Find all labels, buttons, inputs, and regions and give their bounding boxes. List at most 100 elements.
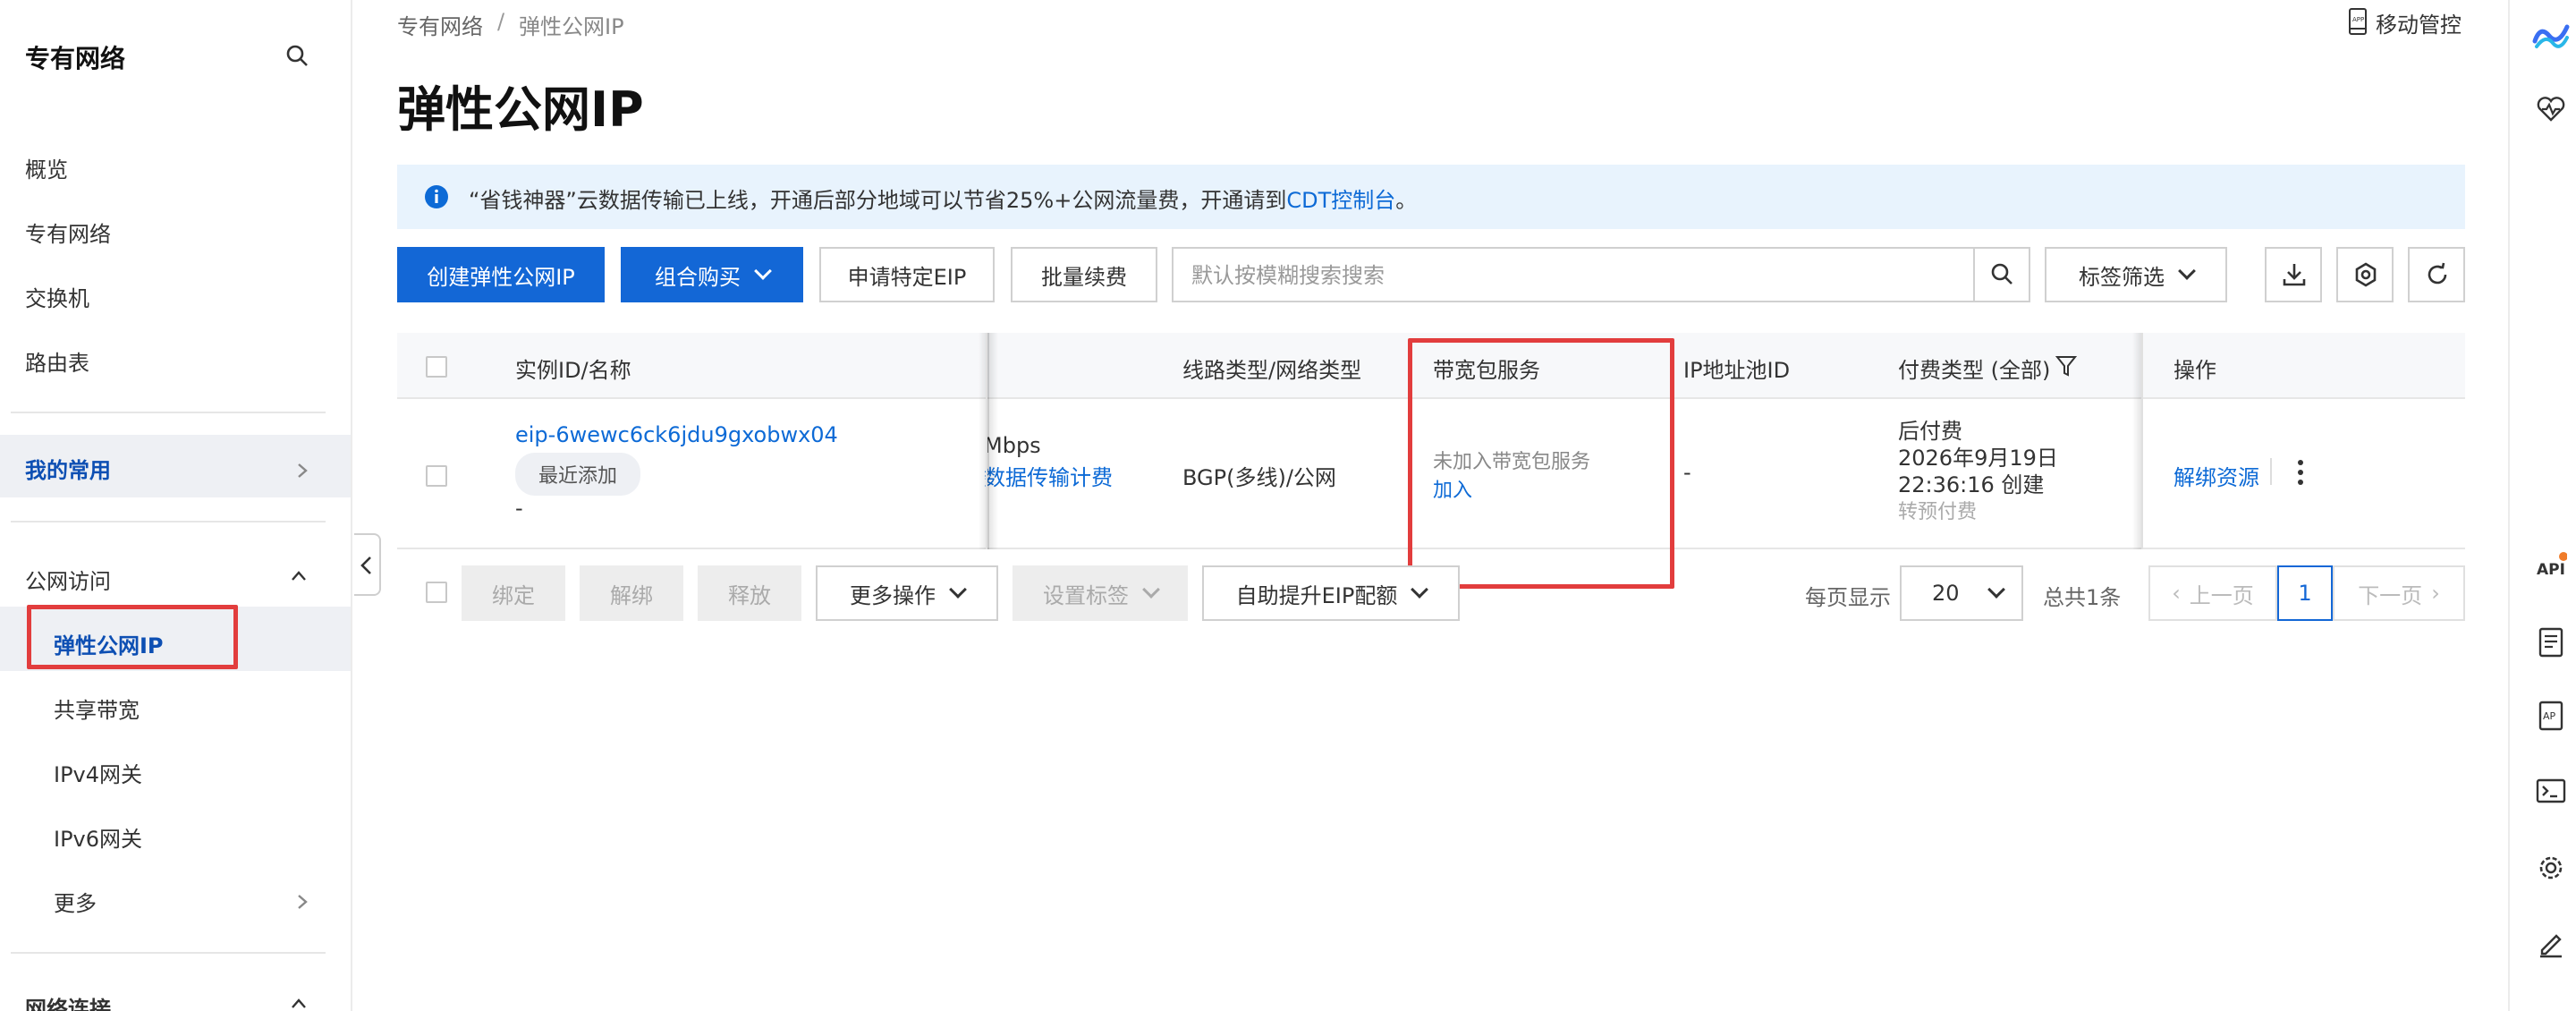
per-page-value: 20 xyxy=(1932,581,1960,606)
sidebar: 专有网络 概览 专有网络 交换机 路由表 我的常用 公网访问 弹性公网IP 共享… xyxy=(0,0,352,1011)
gear-icon[interactable] xyxy=(2535,852,2567,884)
document-list-icon[interactable] xyxy=(2535,626,2567,658)
auto-quota-label: 自助提升EIP配额 xyxy=(1235,582,1398,608)
api-icon[interactable]: API xyxy=(2535,551,2567,583)
bind-button[interactable]: 绑定 xyxy=(462,565,565,621)
refresh-button[interactable] xyxy=(2408,247,2465,302)
unbind-resource-link[interactable]: 解绑资源 xyxy=(2174,460,2259,491)
auto-quota-button[interactable]: 自助提升EIP配额 xyxy=(1202,565,1460,621)
set-tags-button[interactable]: 设置标签 xyxy=(1013,565,1188,621)
column-shadow-left-edge xyxy=(987,333,998,549)
breadcrumb-separator: / xyxy=(497,9,505,34)
download-button[interactable] xyxy=(2265,247,2322,302)
banner-suffix: 。 xyxy=(1395,188,1418,213)
column-header-billing-type[interactable]: 付费类型 (全部) xyxy=(1898,353,2050,384)
set-tags-label: 设置标签 xyxy=(1043,582,1129,608)
more-operations-label: 更多操作 xyxy=(850,582,936,608)
sidebar-item-favorites[interactable]: 我的常用 xyxy=(25,453,111,484)
created-time: 22:36:16 创建 xyxy=(1898,472,2045,497)
column-header-line-type: 线路类型/网络类型 xyxy=(1182,358,1362,383)
sidebar-item-shared-bandwidth[interactable]: 共享带宽 xyxy=(54,692,140,724)
footer-select-all-checkbox[interactable] xyxy=(426,582,447,603)
create-eip-button[interactable]: 创建弹性公网IP xyxy=(397,247,605,302)
more-actions-icon[interactable] xyxy=(2295,458,2306,487)
next-page-button[interactable]: 下一页 › xyxy=(2333,565,2465,621)
column-header-ip-pool: IP地址池ID xyxy=(1683,358,1791,383)
chevron-down-icon xyxy=(949,581,967,599)
combo-purchase-button[interactable]: 组合购买 xyxy=(621,247,803,302)
chevron-down-icon xyxy=(1411,581,1429,599)
assistant-logo-icon[interactable] xyxy=(2531,16,2571,55)
chevron-down-icon xyxy=(1142,581,1160,599)
search-input[interactable] xyxy=(1191,261,1943,290)
cdt-console-link[interactable]: CDT控制台 xyxy=(1286,188,1395,213)
settings-button[interactable] xyxy=(2336,247,2394,302)
chevron-left-icon xyxy=(360,556,371,574)
next-page-label: 下一页 xyxy=(2358,582,2423,608)
release-button[interactable]: 释放 xyxy=(698,565,801,621)
mobile-control-link[interactable]: 移动管控 xyxy=(2376,7,2462,38)
info-banner: “省钱神器”云数据传输已上线，开通后部分地域可以节省25%+公网流量费，开通请到… xyxy=(397,165,2465,229)
api-label: API xyxy=(2537,561,2565,579)
ip-pool-value: - xyxy=(1683,460,1691,485)
banner-message: “省钱神器”云数据传输已上线，开通后部分地域可以节省25%+公网流量费，开通请到… xyxy=(469,183,1417,214)
sidebar-item-ipv4-gateway[interactable]: IPv4网关 xyxy=(54,757,142,788)
chevron-right-icon xyxy=(298,463,308,478)
mobile-app-icon: APP xyxy=(2349,8,2367,35)
data-transfer-billing-link[interactable]: 数据传输计费 xyxy=(984,460,1113,491)
recently-added-tag: 最近添加 xyxy=(515,453,641,496)
select-all-checkbox[interactable] xyxy=(426,356,447,378)
sidebar-section-public-access[interactable]: 公网访问 xyxy=(25,564,111,595)
per-page-select[interactable]: 20 xyxy=(1900,565,2023,621)
filter-icon[interactable] xyxy=(2055,354,2077,378)
svg-text:APP: APP xyxy=(2352,16,2364,23)
more-operations-button[interactable]: 更多操作 xyxy=(816,565,998,621)
column-header-operations: 操作 xyxy=(2174,358,2216,383)
sidebar-item-vpc[interactable]: 专有网络 xyxy=(25,217,111,248)
chevron-up-icon xyxy=(292,571,306,581)
batch-renew-button[interactable]: 批量续费 xyxy=(1011,247,1157,302)
sidebar-collapse-button[interactable] xyxy=(354,533,381,596)
sidebar-item-overview[interactable]: 概览 xyxy=(25,152,68,183)
chevron-right-icon xyxy=(298,895,308,909)
sidebar-item-more[interactable]: 更多 xyxy=(54,886,97,917)
prev-page-button[interactable]: ‹ 上一页 xyxy=(2148,565,2277,621)
right-toolbar: API AP xyxy=(2508,0,2576,1011)
search-icon xyxy=(1991,263,2012,285)
edit-icon[interactable] xyxy=(2535,927,2567,959)
chevron-right-icon: › xyxy=(2431,581,2440,606)
breadcrumb-item-vpc[interactable]: 专有网络 xyxy=(397,9,483,40)
chevron-down-icon xyxy=(1987,581,2005,599)
sidebar-item-ipv6-gateway[interactable]: IPv6网关 xyxy=(54,821,142,853)
unbind-button[interactable]: 解绑 xyxy=(580,565,683,621)
fixed-column-border xyxy=(986,333,987,549)
combo-purchase-label: 组合购买 xyxy=(655,264,741,290)
search-button[interactable] xyxy=(1973,249,2029,301)
sidebar-section-network-connection[interactable]: 网络连接 xyxy=(25,991,111,1011)
convert-to-prepaid-link[interactable]: 转预付费 xyxy=(1898,496,1977,524)
prev-page-label: 上一页 xyxy=(2189,582,2254,608)
health-heart-icon[interactable] xyxy=(2535,93,2567,125)
divider xyxy=(11,952,326,954)
app-document-icon[interactable]: AP xyxy=(2535,700,2567,732)
tag-filter-label: 标签筛选 xyxy=(2079,264,2165,290)
search-box xyxy=(1172,247,2030,302)
terminal-icon[interactable] xyxy=(2535,775,2567,807)
breadcrumb-item-eip: 弹性公网IP xyxy=(519,14,624,39)
instance-id-link[interactable]: eip-6wewc6ck6jdu9gxobwx04 xyxy=(515,422,838,447)
refresh-icon xyxy=(2428,262,2447,285)
search-icon[interactable] xyxy=(284,43,309,68)
download-icon xyxy=(2283,264,2306,286)
chevron-up-icon xyxy=(292,998,306,1008)
page-title: 弹性公网IP xyxy=(397,81,644,138)
sidebar-item-vswitch[interactable]: 交换机 xyxy=(25,281,89,312)
tag-filter-button[interactable]: 标签筛选 xyxy=(2045,247,2227,302)
chevron-down-icon xyxy=(2178,262,2196,280)
sidebar-item-route-table[interactable]: 路由表 xyxy=(25,345,89,377)
row-checkbox[interactable] xyxy=(426,465,447,487)
apply-specific-eip-button[interactable]: 申请特定EIP xyxy=(819,247,995,302)
page-number-button[interactable]: 1 xyxy=(2277,565,2333,621)
gear-icon xyxy=(2355,262,2377,287)
divider xyxy=(2270,458,2272,485)
total-count: 总共1条 xyxy=(2043,585,2122,610)
